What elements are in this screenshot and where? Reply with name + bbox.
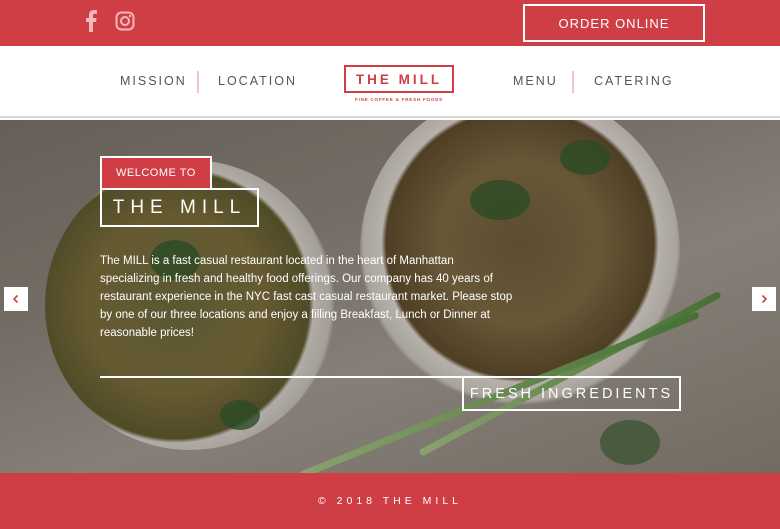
welcome-badge: WELCOME TO bbox=[100, 156, 212, 188]
nav-mission[interactable]: MISSION bbox=[120, 74, 187, 88]
fresh-ingredients-label: FRESH INGREDIENTS bbox=[462, 376, 681, 411]
carousel-next-button[interactable] bbox=[752, 287, 776, 311]
carousel-prev-button[interactable] bbox=[4, 287, 28, 311]
top-bar: ORDER ONLINE bbox=[0, 0, 780, 46]
social-links bbox=[80, 9, 136, 33]
footer: © 2018 THE MILL bbox=[0, 473, 780, 529]
nav-divider bbox=[572, 71, 574, 93]
logo-tagline: FINE COFFEE & FRESH FOODS bbox=[354, 97, 443, 102]
hero-description: The MILL is a fast casual restaurant loc… bbox=[100, 255, 513, 339]
hero-divider bbox=[100, 376, 462, 378]
nav-menu[interactable]: MENU bbox=[513, 74, 558, 88]
nav-divider bbox=[197, 71, 199, 93]
hero-banner: WELCOME TO THE MILL The MILL is a fast c… bbox=[0, 120, 780, 473]
chevron-left-icon bbox=[12, 294, 19, 304]
instagram-icon[interactable] bbox=[114, 9, 136, 33]
copyright-text: © 2018 THE MILL bbox=[318, 495, 462, 507]
nav-location[interactable]: LOCATION bbox=[218, 74, 297, 88]
order-online-button[interactable]: ORDER ONLINE bbox=[523, 4, 705, 42]
nav-catering[interactable]: CATERING bbox=[594, 74, 674, 88]
logo[interactable]: THE MILL bbox=[344, 65, 454, 93]
main-nav: MISSION LOCATION THE MILL FINE COFFEE & … bbox=[0, 46, 780, 118]
facebook-icon[interactable] bbox=[80, 9, 102, 33]
hero-title: THE MILL bbox=[100, 188, 259, 227]
chevron-right-icon bbox=[761, 294, 768, 304]
